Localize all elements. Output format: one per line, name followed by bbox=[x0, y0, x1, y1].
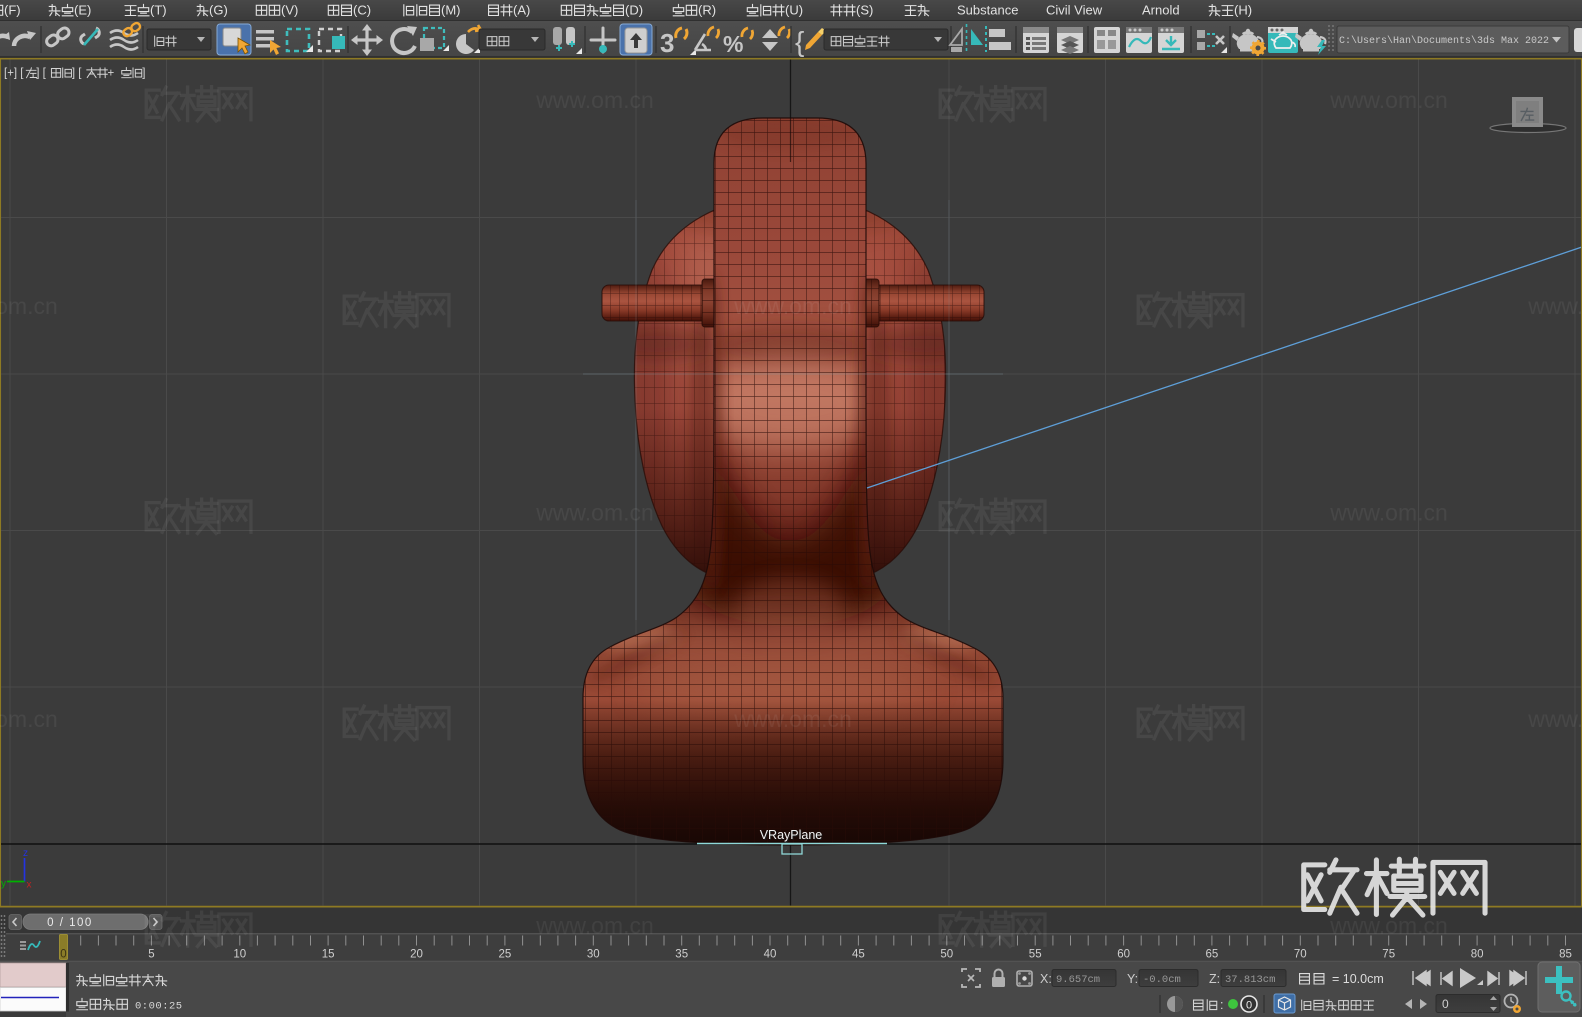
svg-text:5: 5 bbox=[148, 949, 154, 961]
svg-text:www.om.cn: www.om.cn bbox=[535, 500, 654, 526]
svg-text:] [: ] [ bbox=[36, 68, 46, 80]
svg-text:37.813cm: 37.813cm bbox=[1225, 974, 1275, 986]
svg-text:50: 50 bbox=[940, 949, 953, 961]
svg-text:www.om.cn: www.om.cn bbox=[1527, 706, 1582, 732]
svg-text:(R): (R) bbox=[698, 3, 716, 18]
svg-text:-0.0cm: -0.0cm bbox=[1143, 974, 1181, 986]
svg-text:Z:: Z: bbox=[1209, 972, 1220, 986]
svg-text:(D): (D) bbox=[625, 3, 643, 18]
svg-text:3: 3 bbox=[660, 28, 674, 58]
svg-text:80: 80 bbox=[1471, 949, 1484, 961]
svg-text:35: 35 bbox=[675, 949, 688, 961]
svg-text:VRayPlane: VRayPlane bbox=[760, 828, 823, 842]
svg-text:(H): (H) bbox=[1234, 3, 1252, 18]
svg-text:www.om.cn: www.om.cn bbox=[1329, 913, 1448, 939]
svg-text:(F): (F) bbox=[4, 3, 21, 18]
svg-text:(M): (M) bbox=[441, 3, 461, 18]
svg-text:x: x bbox=[27, 880, 32, 891]
svg-text:45: 45 bbox=[852, 949, 865, 961]
svg-text:{: { bbox=[795, 26, 804, 57]
svg-text:www.om.cn: www.om.cn bbox=[733, 293, 852, 319]
svg-text:www.om.cn: www.om.cn bbox=[0, 706, 58, 732]
svg-text:] [: ] [ bbox=[72, 68, 82, 80]
svg-text:www.om.cn: www.om.cn bbox=[1329, 500, 1448, 526]
svg-text:%: % bbox=[723, 31, 743, 57]
svg-text:z: z bbox=[23, 848, 28, 859]
svg-text:C:\Users\Han\Documents\3ds Max: C:\Users\Han\Documents\3ds Max 2022 bbox=[1339, 35, 1549, 47]
svg-text:www.om.cn: www.om.cn bbox=[1527, 293, 1582, 319]
svg-text:9.657cm: 9.657cm bbox=[1056, 974, 1100, 986]
svg-text:25: 25 bbox=[499, 949, 512, 961]
svg-text:= 10.0cm: = 10.0cm bbox=[1332, 972, 1384, 986]
svg-text:www.om.cn: www.om.cn bbox=[0, 293, 58, 319]
svg-text:0:00:25: 0:00:25 bbox=[135, 1001, 183, 1013]
svg-text:(T): (T) bbox=[150, 3, 167, 18]
svg-text:(C): (C) bbox=[353, 3, 371, 18]
svg-text:30: 30 bbox=[587, 949, 600, 961]
svg-text:www.om.cn: www.om.cn bbox=[535, 913, 654, 939]
svg-text:20: 20 bbox=[410, 949, 423, 961]
svg-text:55: 55 bbox=[1029, 949, 1042, 961]
svg-text:www.om.cn: www.om.cn bbox=[733, 706, 852, 732]
svg-text:(V): (V) bbox=[281, 3, 298, 18]
svg-text:(S): (S) bbox=[856, 3, 873, 18]
svg-text:Arnold: Arnold bbox=[1142, 3, 1180, 18]
svg-text::: : bbox=[1220, 998, 1223, 1012]
svg-text:0: 0 bbox=[1442, 997, 1449, 1011]
svg-text:40: 40 bbox=[764, 949, 777, 961]
svg-text:+: + bbox=[108, 68, 115, 80]
svg-text:(E): (E) bbox=[74, 3, 91, 18]
svg-text:[+] [: [+] [ bbox=[4, 68, 24, 80]
svg-text:0: 0 bbox=[1246, 1000, 1252, 1012]
svg-text:0 / 100: 0 / 100 bbox=[47, 917, 93, 929]
svg-text:X:: X: bbox=[1040, 972, 1052, 986]
svg-text:60: 60 bbox=[1117, 949, 1130, 961]
svg-text:(A): (A) bbox=[513, 3, 530, 18]
svg-text:Substance: Substance bbox=[957, 3, 1018, 18]
svg-text:0: 0 bbox=[60, 949, 66, 961]
svg-text:65: 65 bbox=[1206, 949, 1219, 961]
svg-text:y: y bbox=[1, 879, 6, 890]
svg-text:(G): (G) bbox=[209, 3, 228, 18]
svg-text:(U): (U) bbox=[785, 3, 803, 18]
svg-text:70: 70 bbox=[1294, 949, 1307, 961]
svg-text:Y:: Y: bbox=[1127, 972, 1138, 986]
svg-text:85: 85 bbox=[1559, 949, 1572, 961]
svg-text:15: 15 bbox=[322, 949, 335, 961]
svg-text:Civil View: Civil View bbox=[1046, 3, 1103, 18]
svg-text:10: 10 bbox=[233, 949, 246, 961]
svg-text:www.om.cn: www.om.cn bbox=[535, 87, 654, 113]
svg-text:75: 75 bbox=[1382, 949, 1395, 961]
svg-text:]: ] bbox=[142, 68, 145, 80]
svg-text:www.om.cn: www.om.cn bbox=[1329, 87, 1448, 113]
